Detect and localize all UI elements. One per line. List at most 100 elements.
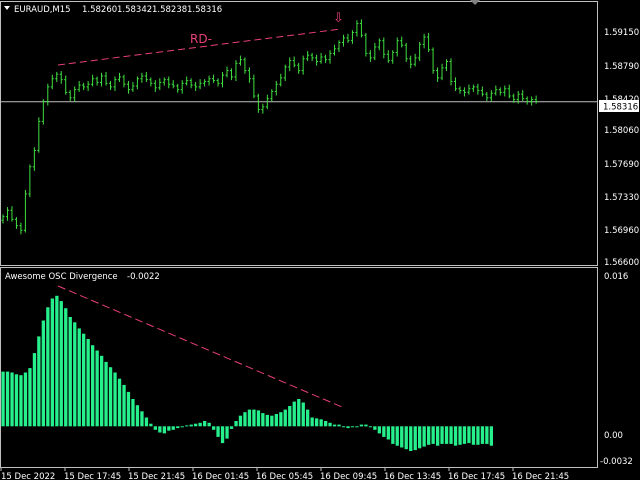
oscillator-bar — [95, 350, 99, 427]
oscillator-bar — [283, 409, 287, 427]
oscillator-bar — [467, 426, 471, 444]
oscillator-bar — [297, 399, 301, 427]
oscillator-bar — [216, 426, 220, 437]
oscillator-title: Awesome OSC Divergence — [5, 272, 118, 282]
time-tick-label: 16 Dec 05:45 — [256, 472, 313, 480]
oscillator-bar — [427, 426, 431, 445]
oscillator-bar — [292, 401, 296, 427]
oscillator-bar — [431, 426, 435, 444]
oscillator-tick-label: 0.016 — [604, 272, 628, 282]
oscillator-tick-label: -0.0032 — [600, 457, 633, 467]
time-tick-label: 15 Dec 21:45 — [128, 472, 185, 480]
oscillator-bar — [212, 426, 216, 430]
oscillator-value: -0.0022 — [127, 272, 160, 282]
oscillator-bar — [167, 426, 171, 431]
oscillator-bar — [77, 328, 81, 427]
oscillator-bar — [10, 372, 14, 427]
price-tick-label: 1.58060 — [604, 126, 639, 136]
oscillator-bar — [203, 421, 207, 427]
oscillator-bar — [91, 345, 95, 427]
oscillator-bar — [220, 426, 225, 444]
price-title-close: 1.58316 — [187, 5, 222, 15]
oscillator-bar — [395, 426, 399, 446]
oscillator-bar — [346, 426, 350, 429]
chart-canvas: EURAUD,M15 1.58260 1.58342 1.58238 1.583… — [0, 0, 640, 480]
price-tick-label: 1.57690 — [604, 160, 639, 170]
oscillator-bar — [418, 426, 422, 449]
oscillator-bar — [238, 415, 243, 427]
oscillator-bar — [270, 415, 274, 427]
oscillator-bar — [5, 371, 10, 427]
oscillator-bar — [382, 426, 386, 437]
oscillator-bar — [171, 426, 175, 430]
oscillator-bar — [158, 426, 162, 433]
oscillator-bar — [247, 409, 252, 427]
oscillator-bar — [310, 417, 314, 427]
oscillator-bar — [337, 424, 341, 427]
oscillator-bar — [341, 426, 346, 428]
price-title-symbol: EURAUD,M15 — [14, 5, 71, 15]
oscillator-bar — [117, 378, 122, 427]
oscillator-bar — [462, 426, 467, 444]
oscillator-bar — [162, 426, 166, 434]
oscillator-bar — [243, 412, 247, 427]
oscillator-bar — [453, 426, 458, 446]
oscillator-bar — [64, 308, 68, 427]
time-tick-label: 16 Dec 09:45 — [320, 472, 377, 480]
oscillator-bar — [86, 339, 90, 427]
oscillator-bar — [422, 426, 426, 447]
oscillator-bar — [82, 333, 86, 427]
oscillator-bar — [279, 412, 283, 427]
price-title-high: 1.58342 — [117, 5, 152, 15]
oscillator-bar — [189, 424, 193, 427]
price-tick-label: 1.58790 — [604, 62, 639, 72]
oscillator-bar — [41, 320, 45, 427]
oscillator-bar — [256, 410, 261, 427]
oscillator-bar — [364, 424, 368, 427]
oscillator-bar — [319, 419, 323, 427]
time-tick-label: 15 Dec 2022 — [1, 472, 55, 480]
oscillator-bar — [140, 411, 144, 427]
oscillator-bar — [328, 422, 332, 427]
oscillator-bar — [32, 353, 37, 427]
oscillator-bar — [436, 426, 440, 446]
oscillator-bar — [176, 426, 180, 429]
oscillator-bar — [126, 391, 131, 427]
oscillator-bar — [476, 426, 480, 445]
oscillator-bar — [265, 414, 269, 427]
price-tick-label: 1.59150 — [604, 28, 639, 38]
price-tick-label: 1.56960 — [604, 226, 639, 236]
sell-arrow-icon: ⇩ — [333, 11, 344, 26]
time-tick-label: 15 Dec 17:45 — [64, 472, 121, 480]
oscillator-bar — [355, 426, 359, 428]
oscillator-bar — [198, 422, 202, 427]
oscillator-bar — [458, 426, 462, 445]
price-title-low: 1.58238 — [152, 5, 187, 15]
oscillator-bar — [153, 426, 157, 430]
oscillator-bar — [252, 409, 256, 427]
oscillator-bar — [194, 423, 198, 427]
oscillator-bar — [122, 384, 126, 427]
oscillator-bar — [135, 405, 140, 427]
oscillator-bar — [377, 426, 381, 434]
oscillator-bar — [315, 418, 319, 427]
oscillator-bar — [1, 371, 5, 427]
oscillator-bar — [144, 417, 149, 427]
price-tick-label: 1.57330 — [604, 193, 639, 203]
oscillator-bar — [50, 298, 54, 427]
price-title-open: 1.58260 — [82, 5, 117, 15]
oscillator-bar — [444, 426, 449, 444]
oscillator-bar — [480, 426, 485, 444]
oscillator-bar — [100, 355, 104, 427]
oscillator-bar — [207, 422, 211, 427]
oscillator-bar — [261, 413, 265, 427]
oscillator-bar — [471, 426, 476, 445]
oscillator-tick-label: 0.00 — [604, 431, 623, 441]
oscillator-bar — [37, 336, 41, 427]
oscillator-bar — [409, 426, 413, 451]
price-tick-label: 1.56600 — [604, 258, 639, 268]
time-axis: 15 Dec 2022 15 Dec 17:45 15 Dec 21:45 16… — [1, 472, 569, 480]
oscillator-bar — [108, 367, 113, 427]
current-price-label: 1.58316 — [603, 103, 638, 113]
oscillator-bar — [386, 426, 390, 440]
